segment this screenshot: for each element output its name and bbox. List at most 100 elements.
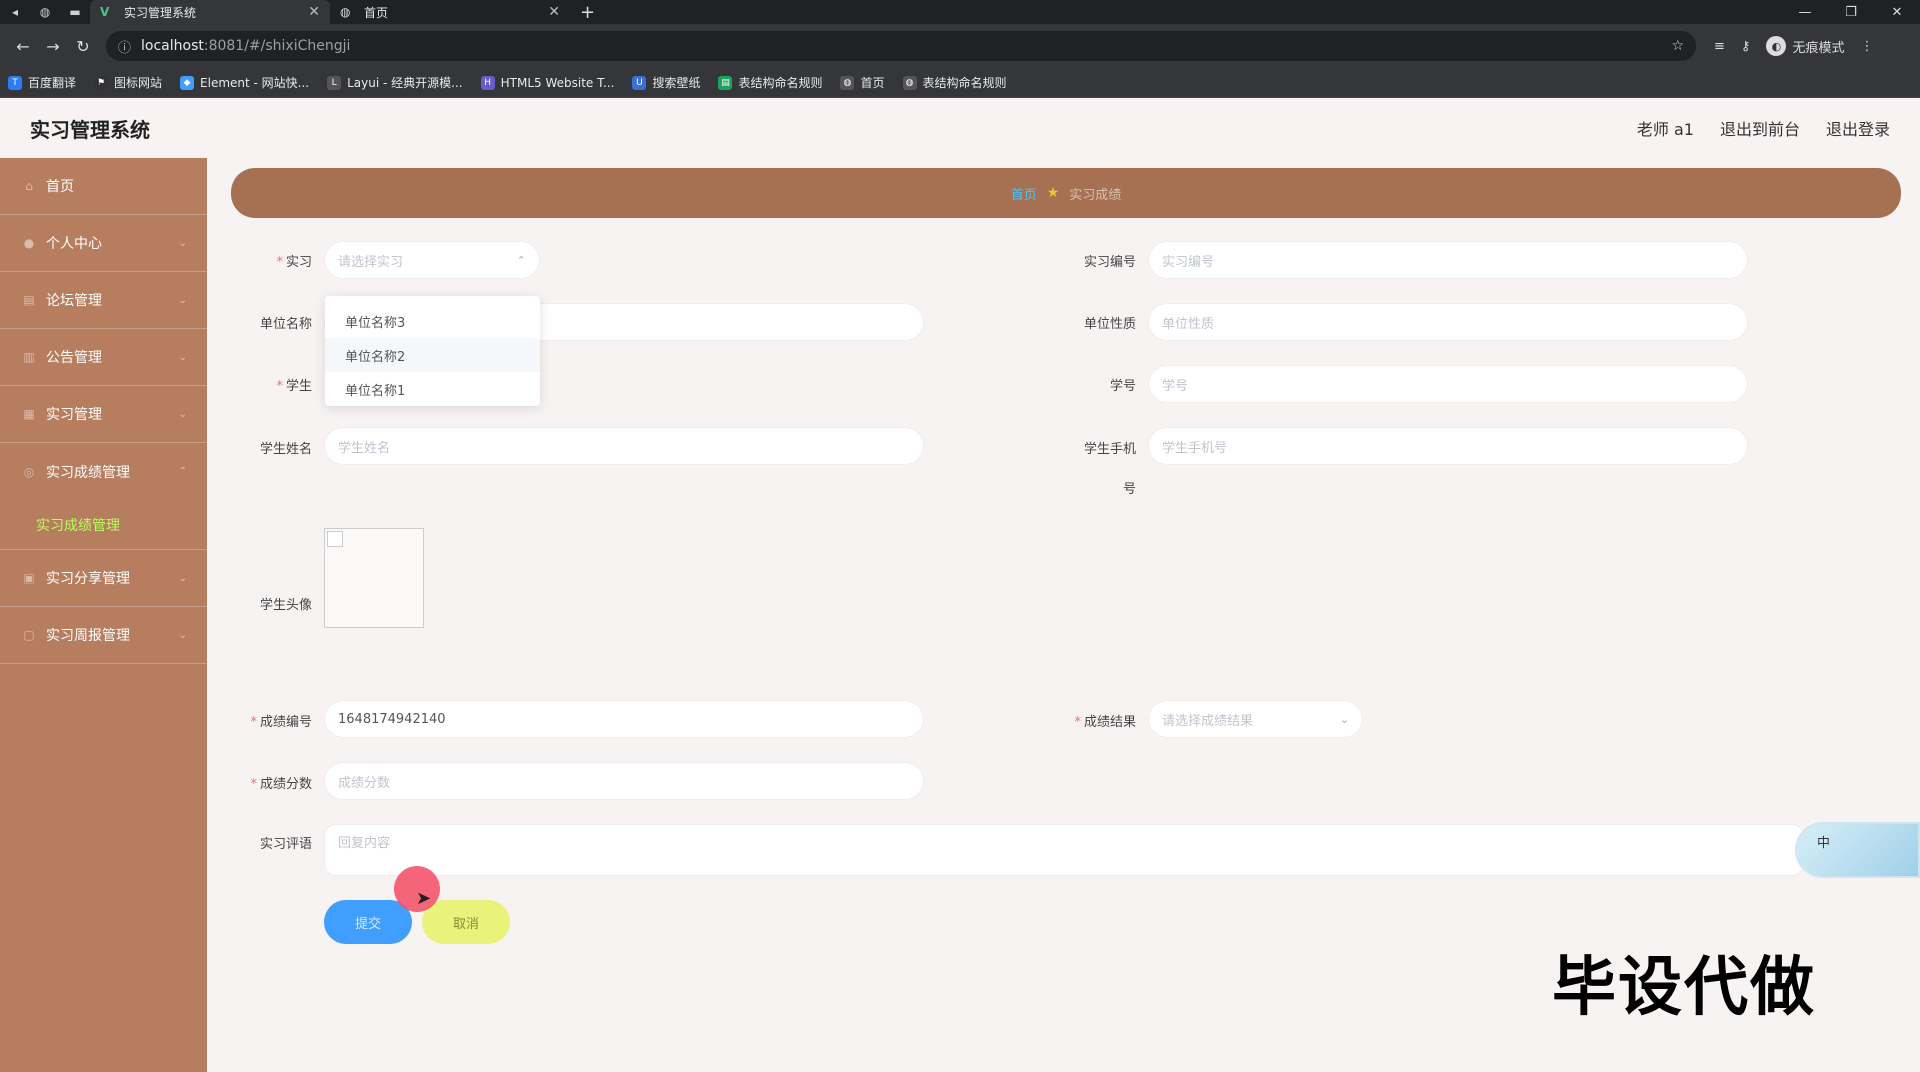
globe-icon: ◍ [902,75,917,90]
bookmark-label: 表结构命名规则 [738,76,823,90]
sidebar-item-label: 实习成绩管理 [46,464,130,481]
incognito-icon: ◐ [1766,36,1787,56]
forum-icon: ▤ [23,293,35,307]
incognito-indicator[interactable]: ◐ 无痕模式 [1766,36,1844,56]
student-no-label: 学号 [1109,379,1136,394]
shixi-no-input[interactable]: 实习编号 [1148,241,1748,279]
score-icon: ◎ [23,464,35,479]
reload-icon[interactable]: ↻ [68,37,98,56]
comment-textarea[interactable]: 回复内容 [324,824,1804,876]
logout-link[interactable]: 退出登录 [1826,116,1890,140]
breadcrumb-current: 实习成绩 [1069,187,1122,203]
ime-widget[interactable]: 中 [1795,822,1920,878]
menu-icon[interactable]: ⋮ [1860,39,1873,54]
score-no-label: 成绩编号 [240,711,312,730]
wallpaper-icon: U [632,75,647,90]
student-phone-label: 学生手机 [1083,442,1136,457]
avatar-label: 学生头像 [259,598,312,613]
restore-icon[interactable]: ❐ [1828,0,1874,24]
bookmark-label: 百度翻译 [28,76,77,90]
score-points-input[interactable]: 成绩分数 [324,762,924,800]
tab-home[interactable]: ◍ 首页 ✕ [330,0,570,24]
avatar-upload[interactable] [324,528,424,628]
app-title: 实习管理系统 [30,117,150,142]
address-toolbar: ← → ↻ ⓘ localhost:8081/#/shixiChengji ☆ … [0,24,1920,68]
info-icon[interactable]: ⓘ [118,37,131,56]
shixi-no-placeholder: 实习编号 [1162,254,1215,270]
dropdown-option[interactable]: 单位名称3 [325,304,540,338]
sidebar-item-forum[interactable]: ▤ 论坛管理 ⌄ [0,272,207,329]
url-input[interactable]: ⓘ localhost:8081/#/shixiChengji ☆ [106,31,1696,61]
chevron-down-icon: ⌄ [1339,712,1349,726]
globe-icon[interactable]: ◍ [30,0,60,24]
bookmark-label: 首页 [860,76,885,90]
bookmark-item[interactable]: T 百度翻译 [8,74,76,91]
vue-logo-icon: V [100,5,110,19]
translate-icon: T [8,75,22,90]
sidebar-item-label: 公告管理 [46,350,102,366]
tab-title: 实习管理系统 [124,5,197,20]
url-path: :8081/#/shixiChengji [203,38,351,54]
bookmark-item[interactable]: L Layui - 经典开源模... [327,74,463,91]
bookmark-item[interactable]: H HTML5 Website T... [480,75,615,90]
sidebar-item-internship[interactable]: ▦ 实习管理 ⌄ [0,386,207,443]
new-tab-button[interactable]: + [580,2,595,23]
student-name-label: 学生姓名 [259,442,312,457]
share-icon: ▣ [23,571,35,585]
bookmark-label: HTML5 Website T... [500,75,615,90]
bookmark-item[interactable]: ◍ 首页 [840,74,885,91]
dropdown-option[interactable]: 单位名称1 [325,372,540,406]
minimize-icon[interactable]: — [1782,0,1828,24]
chevron-down-icon: ⌄ [178,237,187,249]
bookmark-item[interactable]: ⚑ 图标网站 [94,74,162,91]
layui-icon: L [327,75,342,90]
forward-icon[interactable]: → [38,37,68,56]
bookmark-item[interactable]: ▤ 表结构命名规则 [718,74,822,91]
sheet-icon: ▤ [718,75,733,90]
chevron-down-icon: ⌄ [178,408,187,420]
sidebar-subitem-score[interactable]: 实习成绩管理 [0,500,207,550]
student-no-input[interactable]: 学号 [1148,365,1748,403]
sidebar-item-score[interactable]: ◎ 实习成绩管理 ⌃ [0,443,207,500]
bookmark-item[interactable]: ◍ 表结构命名规则 [902,74,1007,91]
student-name-input[interactable]: 学生姓名 [324,427,924,465]
tab-app[interactable]: V 实习管理系统 ✕ [90,0,330,24]
window-icon[interactable]: ▬ [60,0,90,24]
score-result-placeholder: 请选择成绩结果 [1162,713,1254,729]
score-no-value: 1648174942140 [338,711,446,727]
student-phone-input[interactable]: 学生手机号 [1148,427,1748,465]
key-icon[interactable]: ⚷ [1741,39,1751,54]
score-no-input[interactable]: 1648174942140 [324,700,924,738]
dropdown-option[interactable]: 单位名称2 [325,338,540,372]
flag-icon: ⚑ [94,75,109,90]
cancel-button[interactable]: 取消 [422,900,510,944]
sidebar-item-profile[interactable]: ● 个人中心 ⌄ [0,215,207,272]
sidebar-item-share[interactable]: ▣ 实习分享管理 ⌄ [0,550,207,607]
shixi-dropdown: 单位名称3 单位名称2 单位名称1 [325,296,540,406]
sidebar-item-report[interactable]: ▢ 实习周报管理 ⌄ [0,607,207,664]
shixi-select[interactable]: 请选择实习 ⌃ [324,241,540,279]
chevron-down-icon: ⌄ [178,351,187,363]
user-icon: ● [23,236,35,250]
unit-type-input[interactable]: 单位性质 [1148,303,1748,341]
close-tab-icon[interactable]: ✕ [308,4,320,20]
url-host: localhost [141,38,204,54]
close-window-icon[interactable]: ✕ [1874,0,1920,24]
close-tab-icon[interactable]: ✕ [548,4,560,20]
bookmark-label: 图标网站 [114,76,163,90]
bookmark-item[interactable]: U 搜索壁纸 [632,74,700,91]
exit-front-link[interactable]: 退出到前台 [1720,116,1800,140]
sidebar-item-notice[interactable]: ▥ 公告管理 ⌄ [0,329,207,386]
sidebar-item-home[interactable]: ⌂ 首页 [0,158,207,215]
browser-tab-strip: ◂ ◍ ▬ V 实习管理系统 ✕ ◍ 首页 ✕ + — ❐ ✕ [0,0,1920,24]
back-icon[interactable]: ← [8,37,38,56]
bookmark-star-icon[interactable]: ☆ [1671,38,1684,54]
score-result-select[interactable]: 请选择成绩结果 ⌄ [1148,700,1363,738]
bookmark-item[interactable]: ◆ Element - 网站快... [180,74,309,91]
home-icon: ⌂ [25,179,33,193]
speaker-icon[interactable]: ◂ [0,0,30,24]
window-controls: — ❐ ✕ [1782,0,1920,24]
submit-button[interactable]: 提交 [324,900,412,944]
reading-list-icon[interactable]: ≡ [1714,39,1725,54]
breadcrumb-home[interactable]: 首页 [1011,184,1037,203]
